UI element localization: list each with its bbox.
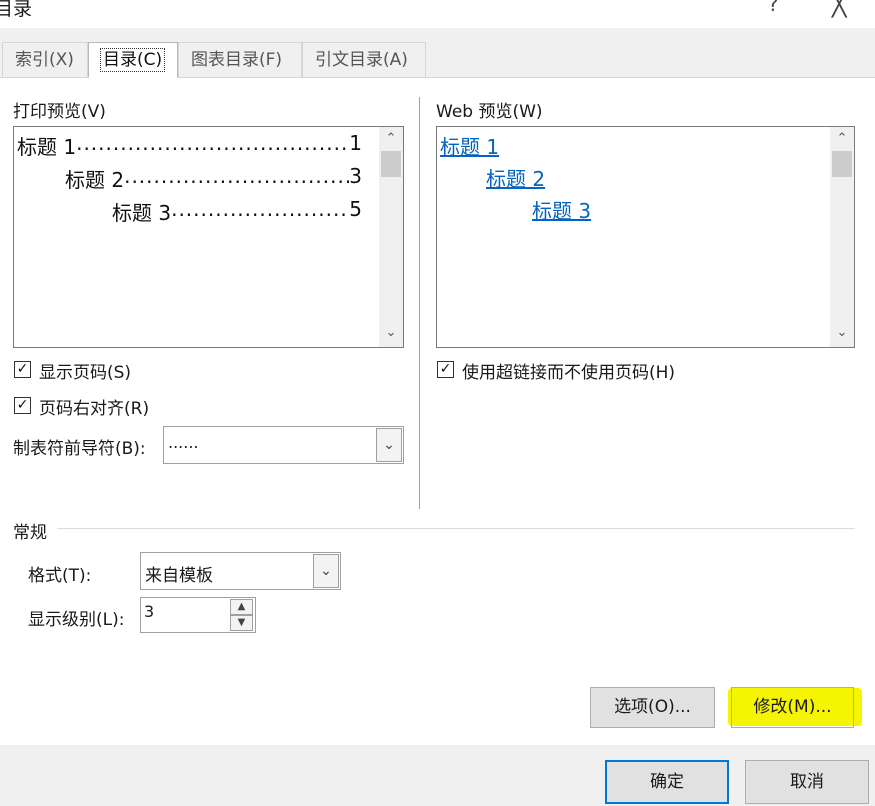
web-preview-label: Web 预览(W) <box>436 102 543 122</box>
scroll-up-icon[interactable]: ⌃ <box>380 131 402 146</box>
print-preview-leader-1: ........................................… <box>76 131 349 155</box>
print-preview-page-2: 3 <box>349 164 362 188</box>
dialog-title: 目录 <box>0 0 33 20</box>
spin-down-icon[interactable]: ▼ <box>230 615 253 631</box>
tab-table-of-figures[interactable]: 图表目录(F) <box>178 42 302 77</box>
print-preview-page-1: 1 <box>349 131 362 155</box>
scroll-thumb[interactable] <box>832 151 852 177</box>
web-preview-link-3[interactable]: 标题 3 <box>532 195 591 224</box>
tab-leader-value: ...... <box>168 433 199 452</box>
general-separator <box>57 528 855 529</box>
print-preview-scrollbar[interactable]: ⌃ ⌄ <box>379 127 403 347</box>
web-preview-scrollbar[interactable]: ⌃ ⌄ <box>830 127 854 347</box>
print-preview-box[interactable]: 标题 1 ...................................… <box>13 126 404 348</box>
show-page-numbers-checkbox[interactable]: ✓ <box>14 361 31 378</box>
tab-table-of-figures-label: 图表目录(F) <box>191 50 283 70</box>
formats-label: 格式(T): <box>28 566 92 586</box>
close-button[interactable]: ╳ <box>832 0 846 18</box>
scroll-thumb[interactable] <box>381 151 401 177</box>
print-preview-leader-2: ........................................… <box>124 164 350 188</box>
formats-value: 来自模板 <box>145 566 213 586</box>
tab-index[interactable]: 索引(X) <box>2 42 88 77</box>
chevron-down-icon[interactable]: ⌄ <box>376 428 402 462</box>
show-levels-spinner[interactable]: 3 ▲ ▼ <box>140 597 256 633</box>
print-preview-line-1: 标题 1 ...................................… <box>17 131 362 160</box>
vertical-divider <box>419 97 420 509</box>
print-preview-heading-2: 标题 2 <box>65 168 125 192</box>
general-section-label: 常规 <box>13 523 47 543</box>
tab-leader-label: 制表符前导符(B): <box>13 439 146 459</box>
scroll-down-icon[interactable]: ⌄ <box>831 325 853 340</box>
title-bar <box>0 0 875 28</box>
tab-index-label: 索引(X) <box>15 50 74 70</box>
tab-table-of-authorities-label: 引文目录(A) <box>315 50 408 70</box>
tab-toc-label: 目录(C) <box>99 48 166 72</box>
tab-leader-select[interactable]: ...... ⌄ <box>163 426 404 464</box>
right-align-label: 页码右对齐(R) <box>39 399 150 419</box>
print-preview-line-3: 标题 3 ...................................… <box>112 197 362 226</box>
print-preview-line-2: 标题 2 ...................................… <box>65 164 362 193</box>
use-hyperlinks-checkbox[interactable]: ✓ <box>437 361 454 378</box>
right-align-checkbox[interactable]: ✓ <box>14 397 31 414</box>
scroll-down-icon[interactable]: ⌄ <box>380 325 402 340</box>
print-preview-label: 打印预览(V) <box>13 102 106 122</box>
show-page-numbers-label: 显示页码(S) <box>39 363 132 383</box>
tab-toc[interactable]: 目录(C) <box>88 42 178 78</box>
scroll-up-icon[interactable]: ⌃ <box>831 131 853 146</box>
web-preview-link-2[interactable]: 标题 2 <box>486 163 545 192</box>
show-levels-label: 显示级别(L): <box>28 610 125 630</box>
cancel-button[interactable]: 取消 <box>745 760 869 804</box>
print-preview-leader-3: ........................................… <box>171 197 349 221</box>
print-preview-heading-1: 标题 1 <box>17 135 77 159</box>
ok-button[interactable]: 确定 <box>605 760 729 804</box>
options-button[interactable]: 选项(O)... <box>590 687 715 728</box>
print-preview-heading-3: 标题 3 <box>112 201 172 225</box>
web-preview-link-1[interactable]: 标题 1 <box>440 131 499 160</box>
show-levels-value[interactable]: 3 <box>144 602 154 621</box>
use-hyperlinks-label: 使用超链接而不使用页码(H) <box>462 363 676 383</box>
chevron-down-icon[interactable]: ⌄ <box>313 554 339 588</box>
print-preview-page-3: 5 <box>349 197 362 221</box>
modify-button[interactable]: 修改(M)... <box>731 687 854 728</box>
spin-up-icon[interactable]: ▲ <box>230 599 253 615</box>
web-preview-box[interactable]: 标题 1 标题 2 标题 3 ⌃ ⌄ <box>436 126 855 348</box>
help-button[interactable]: ? <box>768 0 779 16</box>
tab-table-of-authorities[interactable]: 引文目录(A) <box>302 42 426 77</box>
formats-select[interactable]: 来自模板 ⌄ <box>140 552 341 590</box>
